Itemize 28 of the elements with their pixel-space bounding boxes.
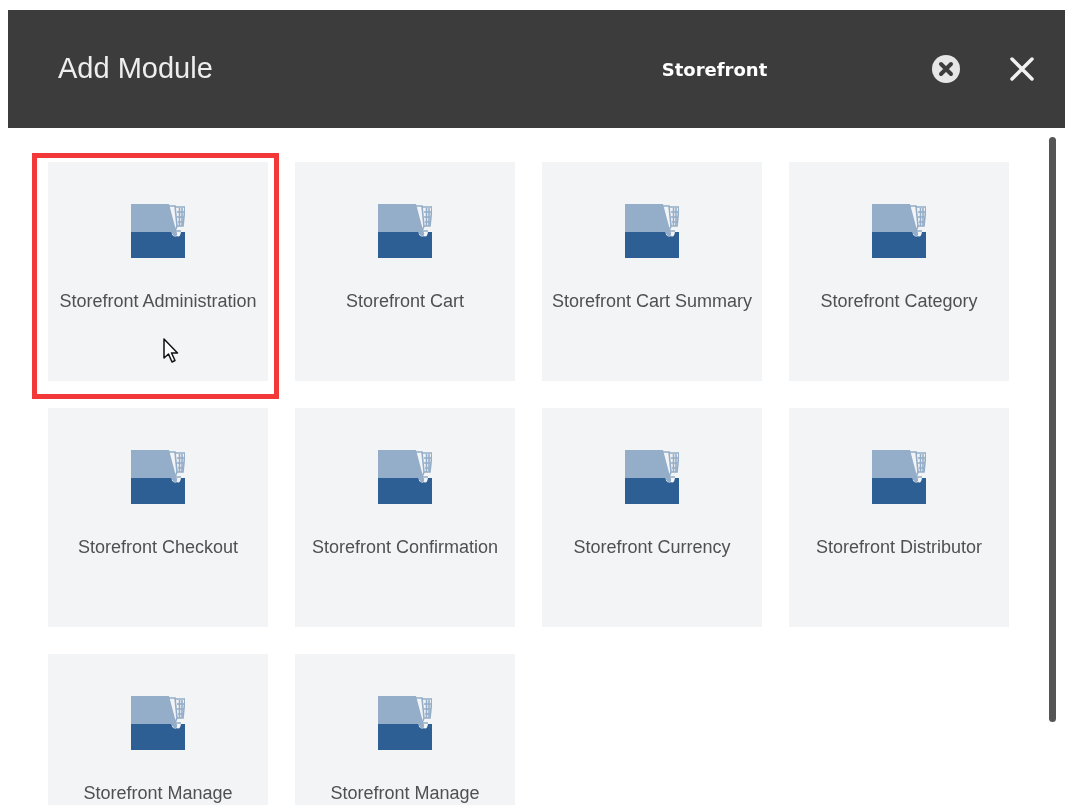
shopping-cart-icon [131, 450, 185, 504]
dialog-title: Add Module [58, 51, 214, 87]
close-icon [1009, 56, 1035, 82]
shopping-cart-icon [872, 450, 926, 504]
module-tile[interactable]: Storefront Administration [48, 162, 268, 381]
shopping-cart-icon [131, 696, 185, 750]
module-tile[interactable]: Storefront Cart Summary [542, 162, 762, 381]
category-name: Storefront [660, 57, 769, 82]
shopping-cart-icon [872, 204, 926, 258]
scrollbar-thumb[interactable] [1049, 137, 1056, 722]
module-tile[interactable]: Storefront Currency [542, 408, 762, 627]
shopping-cart-icon [625, 204, 679, 258]
shopping-cart-icon [378, 204, 432, 258]
shopping-cart-icon [378, 696, 432, 750]
module-tile[interactable]: Storefront Distributor [789, 408, 1009, 627]
mouse-pointer-icon [163, 338, 181, 364]
module-tile[interactable]: Storefront Manage [295, 654, 515, 805]
module-tile[interactable]: Storefront Checkout [48, 408, 268, 627]
circle-x-icon [931, 54, 961, 84]
module-tile[interactable]: Storefront Confirmation [295, 408, 515, 627]
module-tile[interactable]: Storefront Cart [295, 162, 515, 381]
shopping-cart-icon [131, 204, 185, 258]
module-tile[interactable]: Storefront Manage [48, 654, 268, 805]
close-button[interactable] [1009, 56, 1035, 82]
shopping-cart-icon [378, 450, 432, 504]
shopping-cart-icon [625, 450, 679, 504]
clear-button[interactable] [931, 54, 961, 84]
module-tile[interactable]: Storefront Category [789, 162, 1009, 381]
